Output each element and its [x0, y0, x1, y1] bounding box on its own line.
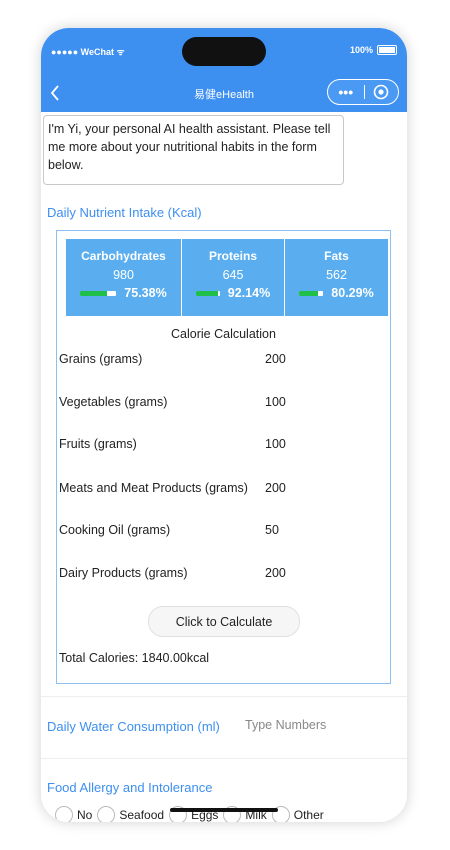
nutrient-summary: Carbohydrates 980 75.38% Proteins 645 92…: [66, 239, 388, 316]
calorie-panel: Carbohydrates 980 75.38% Proteins 645 92…: [56, 230, 391, 684]
nutrient-proteins: Proteins 645 92.14%: [182, 239, 285, 316]
calculate-button[interactable]: Click to Calculate: [148, 606, 300, 637]
food-input[interactable]: 200: [265, 566, 286, 580]
close-target-icon[interactable]: [364, 84, 398, 100]
nutrient-name: Fats: [324, 249, 349, 263]
nutrient-progress-row: 80.29%: [285, 286, 388, 300]
divider: [41, 758, 407, 759]
nutrient-value[interactable]: 562: [285, 268, 388, 282]
progress-bar: [299, 290, 324, 296]
camera-notch: [182, 37, 266, 66]
nutrient-value: 645: [222, 268, 244, 282]
total-calories: Total Calories: 1840.00kcal: [59, 651, 210, 665]
calculation-title: Calorie Calculation: [171, 327, 276, 341]
nutrient-section-title: Daily Nutrient Intake (Kcal): [47, 205, 202, 220]
phone-frame: ●●●●● WeChat ᯤ 100% 易健eHealth ••• I'm Yi…: [41, 28, 407, 822]
food-label: Grains (grams): [59, 352, 143, 366]
food-input[interactable]: 100: [265, 395, 286, 409]
food-label: Dairy Products (grams): [59, 566, 188, 580]
food-label: Fruits (grams): [59, 437, 137, 451]
nutrient-fats: Fats 562 80.29%: [285, 239, 388, 316]
progress-fill: [195, 290, 218, 296]
progress-fill: [80, 290, 108, 296]
water-consumption-input[interactable]: Type Numbers: [245, 718, 326, 732]
option-label: Other: [293, 808, 324, 822]
option-label: No: [77, 808, 93, 822]
nutrient-percent: 92.14%: [227, 286, 271, 300]
progress-bar: [195, 290, 220, 296]
nav-bar: 易健eHealth •••: [41, 74, 407, 112]
battery-status: 100%: [350, 45, 397, 55]
radio-button[interactable]: [55, 806, 73, 822]
home-indicator: [170, 808, 278, 812]
nutrient-percent: 80.29%: [331, 286, 374, 300]
nutrient-name: Carbohydrates: [81, 249, 166, 263]
assistant-message: I'm Yi, your personal AI health assistan…: [43, 115, 344, 185]
allergy-option-other[interactable]: Other: [271, 806, 324, 822]
food-label: Vegetables (grams): [59, 395, 168, 409]
nutrient-percent: 75.38%: [124, 286, 167, 300]
nutrient-value: 980: [113, 268, 134, 282]
battery-label: 100%: [349, 45, 373, 55]
carrier-label: ●●●●● WeChat ᯤ: [51, 47, 125, 57]
divider: [41, 696, 407, 697]
progress-fill: [299, 290, 319, 296]
nutrient-name: Proteins: [208, 249, 257, 263]
nutrient-progress-row: 75.38%: [66, 286, 181, 300]
food-input[interactable]: 100: [265, 437, 286, 451]
allergy-section-title: Food Allergy and Intolerance: [47, 780, 213, 795]
allergy-option-no[interactable]: No: [55, 806, 92, 822]
food-input[interactable]: 50: [265, 523, 279, 537]
option-label: Seafood: [119, 808, 165, 822]
status-bar: ●●●●● WeChat ᯤ 100%: [41, 28, 407, 74]
miniprogram-capsule: •••: [327, 79, 399, 105]
food-input[interactable]: 200: [265, 481, 286, 495]
radio-button[interactable]: [97, 806, 116, 822]
main-content: I'm Yi, your personal AI health assistan…: [41, 112, 407, 822]
allergy-option-seafood[interactable]: Seafood: [97, 806, 164, 822]
food-label: Meats and Meat Products (grams): [59, 481, 248, 495]
food-input[interactable]: 200: [265, 352, 286, 366]
food-label: Cooking Oil (grams): [59, 523, 171, 537]
nutrient-carbohydrates: Carbohydrates 980 75.38%: [66, 239, 182, 316]
progress-bar: [80, 290, 117, 296]
wifi-icon: ᯤ: [116, 47, 125, 57]
nutrient-progress-row: 92.14%: [182, 286, 284, 300]
more-icon[interactable]: •••: [328, 80, 364, 104]
water-consumption-label: Daily Water Consumption (ml): [47, 719, 220, 734]
battery-icon: [377, 45, 397, 55]
